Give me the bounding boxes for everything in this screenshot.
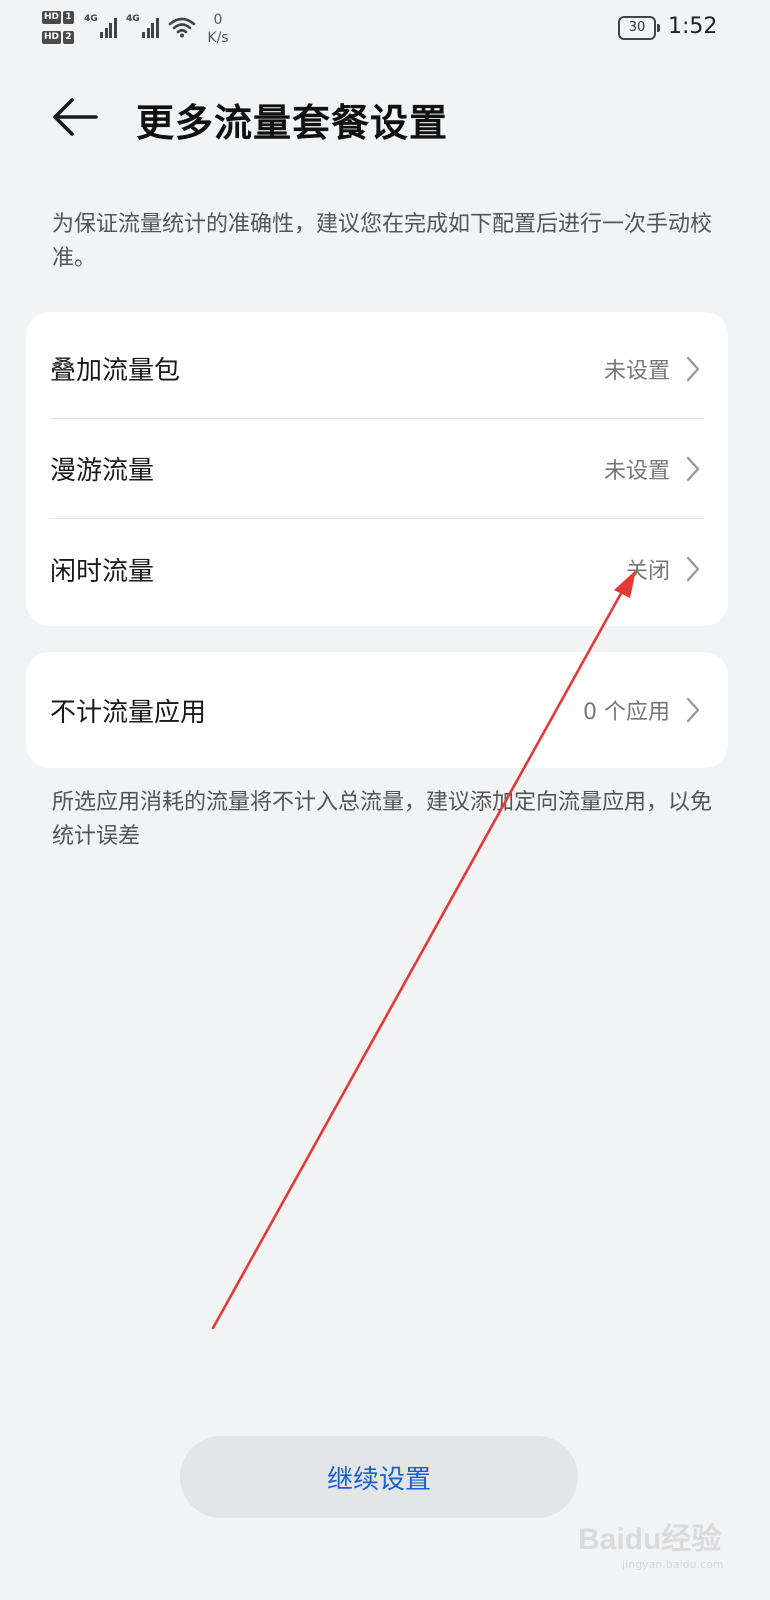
status-clock: 1:52: [668, 14, 718, 39]
baidu-watermark: Baidu经验 jingyan.baidu.com: [578, 1500, 748, 1582]
watermark-sub: jingyan.baidu.com: [622, 1558, 724, 1571]
setting-label: 叠加流量包: [50, 356, 181, 386]
back-button[interactable]: [50, 94, 102, 140]
network-speed: 0 K/s: [204, 11, 232, 47]
setting-label: 不计流量应用: [50, 697, 207, 728]
wifi-icon: [168, 17, 196, 38]
chevron-right-icon: [686, 556, 700, 582]
setting-row-add-on-package[interactable]: 叠加流量包 未设置: [50, 319, 704, 419]
setting-value: 0 个应用: [583, 700, 670, 725]
setting-row-roaming-data[interactable]: 漫游流量 未设置: [50, 419, 704, 519]
setting-label: 漫游流量: [50, 456, 155, 486]
setting-value: 未设置: [603, 358, 670, 384]
sim1-slot-label: 1: [63, 10, 75, 24]
sim2-hd-label: HD: [42, 30, 62, 44]
network-type-sim1: 4G: [84, 14, 98, 24]
sim2-slot-label: 2: [63, 30, 75, 44]
page-title: 更多流量套餐设置: [136, 101, 449, 145]
chevron-right-icon: [686, 356, 700, 381]
unmetered-apps-note: 所选应用消耗的流量将不计入总流量，建议添加定向流量应用，以免统计误差: [52, 790, 713, 849]
settings-card-unmetered-apps: 不计流量应用 0 个应用: [26, 652, 728, 768]
chevron-right-icon: [686, 697, 700, 723]
sim2-badge: HD 2: [42, 30, 78, 44]
battery-icon: 30: [618, 16, 660, 40]
settings-card-package-options: 叠加流量包 未设置 漫游流量 未设置 闲时流量 关闭: [26, 312, 728, 626]
chevron-right-icon: [686, 456, 700, 481]
status-bar: HD 1 HD 2 4G 4G 0 K/s 30 1:52: [0, 0, 770, 60]
setting-row-off-peak-data[interactable]: 闲时流量 关闭: [50, 519, 704, 619]
setting-row-unmetered-apps[interactable]: 不计流量应用 0 个应用: [50, 652, 704, 768]
arrow-left-icon: [53, 98, 98, 136]
setting-value: 关闭: [625, 559, 670, 584]
sim1-badge: HD 1: [42, 10, 78, 24]
watermark-main: Baidu经验: [578, 1523, 722, 1556]
intro-note: 为保证流量统计的准确性，建议您在完成如下配置后进行一次手动校准。: [52, 212, 713, 271]
continue-settings-button[interactable]: 继续设置: [180, 1436, 578, 1518]
network-speed-value: 0: [213, 12, 223, 28]
signal-strength-icon-sim2: 4G: [126, 14, 159, 38]
signal-strength-icon-sim1: 4G: [84, 14, 117, 38]
battery-level: 30: [628, 20, 646, 35]
network-type-sim2: 4G: [126, 14, 140, 24]
setting-label: 闲时流量: [50, 556, 155, 587]
setting-value: 未设置: [603, 458, 670, 484]
sim-badges: HD 1 HD 2: [42, 10, 78, 50]
sim1-hd-label: HD: [42, 10, 62, 24]
network-speed-unit: K/s: [207, 30, 229, 46]
